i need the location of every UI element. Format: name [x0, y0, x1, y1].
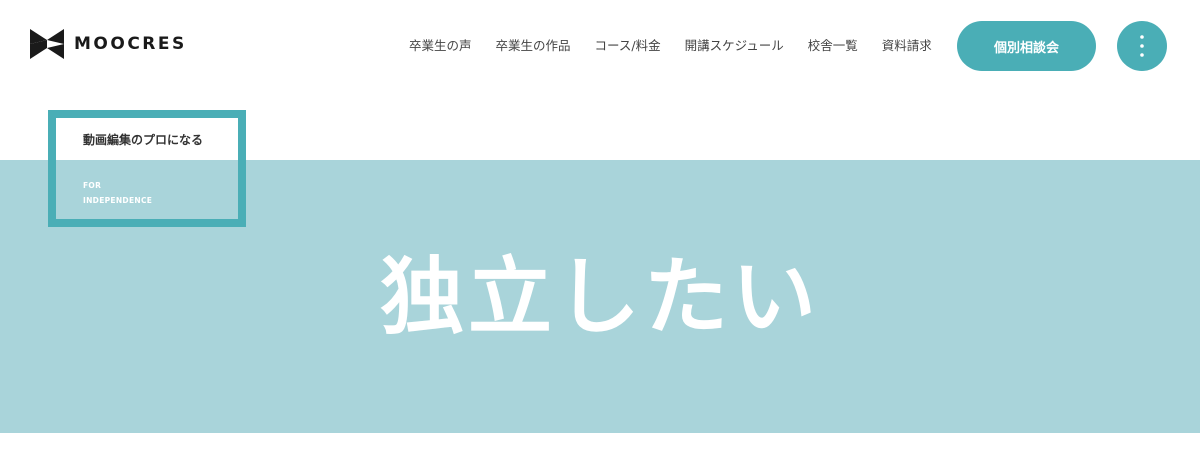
- site-header: MOOCRES 卒業生の声 卒業生の作品 コース/料金 開講スケジュール 校舎一…: [0, 0, 1200, 92]
- category-label-box: 動画編集のプロになる FOR INDEPENDENCE: [48, 110, 246, 227]
- label-title: 動画編集のプロになる: [83, 133, 204, 147]
- moocres-logo-icon: [30, 29, 64, 59]
- hero-title: 独立したい: [379, 248, 820, 346]
- nav-item-courses-pricing[interactable]: コース/料金: [595, 36, 661, 56]
- nav-item-request-materials[interactable]: 資料請求: [882, 36, 932, 56]
- consultation-button[interactable]: 個別相談会: [957, 21, 1096, 71]
- nav-item-graduate-works[interactable]: 卒業生の作品: [496, 36, 571, 56]
- page-bottom-area: [0, 433, 1200, 471]
- nav-item-schedule[interactable]: 開講スケジュール: [685, 36, 784, 56]
- nav-item-campus-list[interactable]: 校舎一覧: [808, 36, 858, 56]
- main-nav: 卒業生の声 卒業生の作品 コース/料金 開講スケジュール 校舎一覧 資料請求: [409, 36, 932, 56]
- label-subtitle: FOR INDEPENDENCE: [83, 178, 152, 208]
- nav-item-graduate-voices[interactable]: 卒業生の声: [409, 36, 472, 56]
- brand-name: MOOCRES: [74, 34, 187, 54]
- logo-link[interactable]: MOOCRES: [30, 29, 187, 59]
- page: MOOCRES 卒業生の声 卒業生の作品 コース/料金 開講スケジュール 校舎一…: [0, 0, 1200, 471]
- label-subtitle-line: INDEPENDENCE: [83, 196, 153, 205]
- label-subtitle-line: FOR: [83, 181, 102, 190]
- kebab-menu-icon: [1140, 35, 1144, 57]
- menu-button[interactable]: [1117, 21, 1167, 71]
